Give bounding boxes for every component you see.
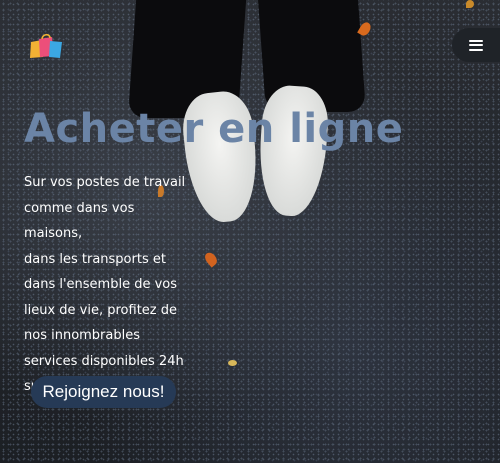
hero-description-line: dans les transports et <box>24 251 166 267</box>
hero-description-line: nos innombrables <box>24 328 141 343</box>
hero-section: Acheter en ligne Sur vos postes de trava… <box>0 0 500 463</box>
hero-description-line: comme dans vos maisons, <box>24 200 135 242</box>
leaf-decoration <box>228 360 237 366</box>
hero-description-line: Sur vos postes de travail <box>24 175 186 190</box>
hero-description: Sur vos postes de travail comme dans vos… <box>24 170 194 400</box>
shopping-bags-icon[interactable] <box>28 33 66 59</box>
hero-description-line: services disponibles 24h <box>24 353 184 369</box>
hero-description-line: dans l'ensemble de vos <box>24 277 178 292</box>
hero-description-line: lieux de vie, profitez de <box>24 302 177 318</box>
leaf-decoration <box>466 0 474 8</box>
menu-toggle-button[interactable] <box>452 28 500 62</box>
hamburger-menu-icon <box>469 39 483 51</box>
join-us-button[interactable]: Rejoignez nous! <box>31 376 176 408</box>
hero-title: Acheter en ligne <box>24 106 404 152</box>
